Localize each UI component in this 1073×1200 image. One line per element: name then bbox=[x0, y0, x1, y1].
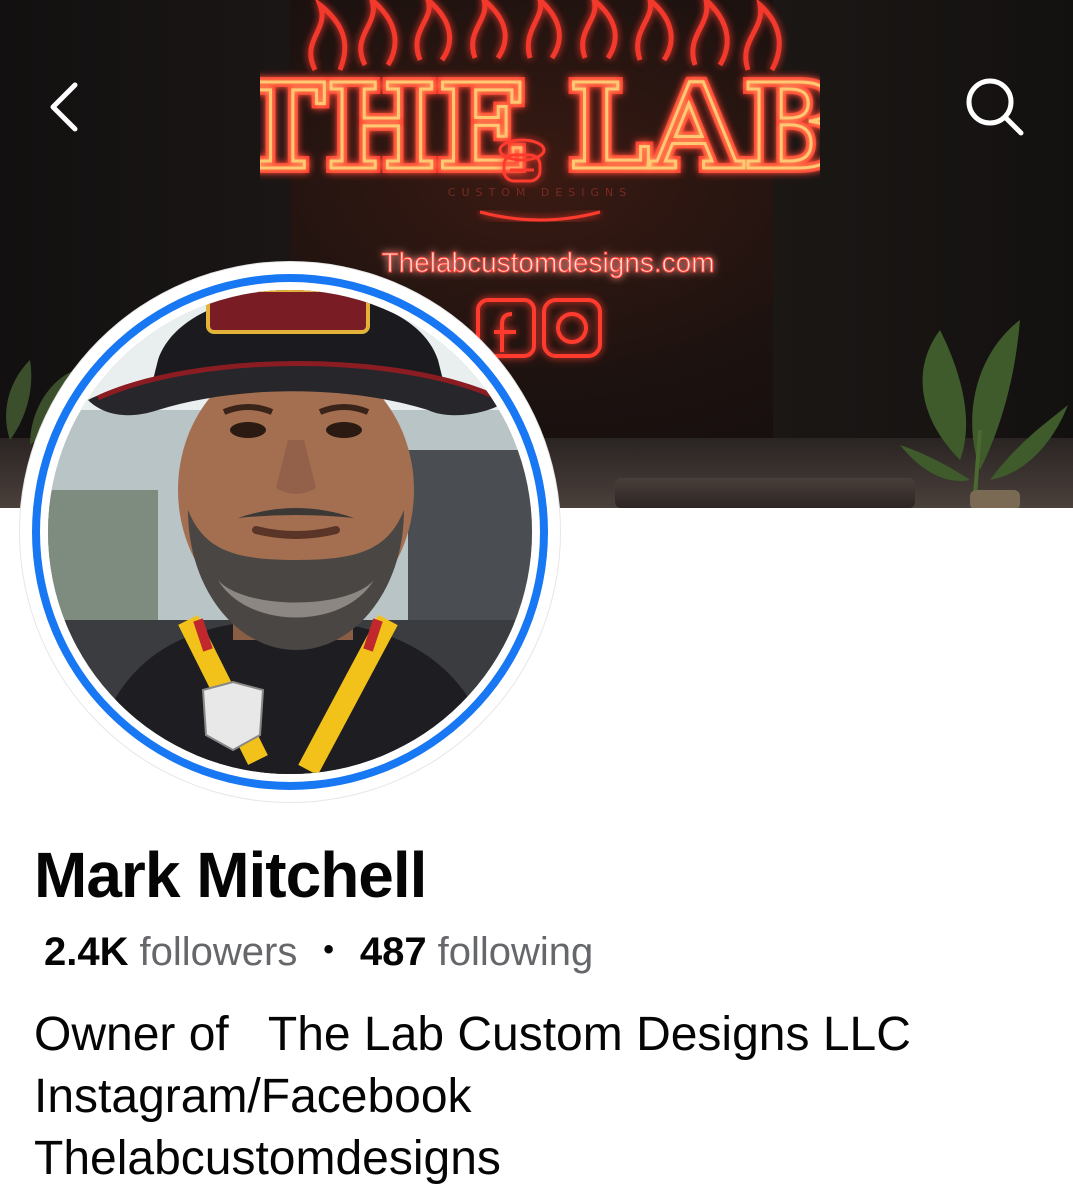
following-link[interactable]: 487 following bbox=[360, 930, 593, 975]
bio-line: Thelabcustomdesigns bbox=[34, 1132, 501, 1185]
following-count: 487 bbox=[359, 930, 427, 974]
search-button[interactable] bbox=[950, 62, 1040, 152]
svg-text:CUSTOM DESIGNS: CUSTOM DESIGNS bbox=[448, 186, 632, 199]
followers-link[interactable]: 2.4K followers bbox=[44, 930, 297, 975]
avatar-photo bbox=[48, 290, 532, 774]
search-icon bbox=[966, 78, 1024, 136]
plant-right bbox=[900, 310, 1070, 508]
profile-page: THE LAB THE LAB CUSTOM DESIGNS Thelabcus… bbox=[0, 0, 1073, 1200]
followers-label: followers bbox=[139, 930, 298, 974]
story-ring bbox=[32, 274, 548, 790]
follow-stats: 2.4K followers • 487 following bbox=[44, 930, 593, 975]
avatar[interactable] bbox=[20, 262, 560, 802]
profile-bio: Owner of The Lab Custom Designs LLC Inst… bbox=[34, 1004, 1054, 1190]
stats-separator: • bbox=[323, 933, 334, 966]
profile-name: Mark Mitchell bbox=[34, 839, 427, 911]
chevron-left-icon bbox=[50, 82, 78, 132]
avatar-border bbox=[40, 282, 540, 782]
followers-count: 2.4K bbox=[44, 930, 129, 974]
following-label: following bbox=[437, 930, 594, 974]
bio-line: Instagram/Facebook bbox=[34, 1070, 472, 1123]
desk bbox=[615, 478, 915, 508]
neon-url: Thelabcustomdesigns.com bbox=[381, 247, 714, 278]
bio-line: Owner of The Lab Custom Designs LLC bbox=[34, 1008, 911, 1061]
back-button[interactable] bbox=[20, 62, 110, 152]
